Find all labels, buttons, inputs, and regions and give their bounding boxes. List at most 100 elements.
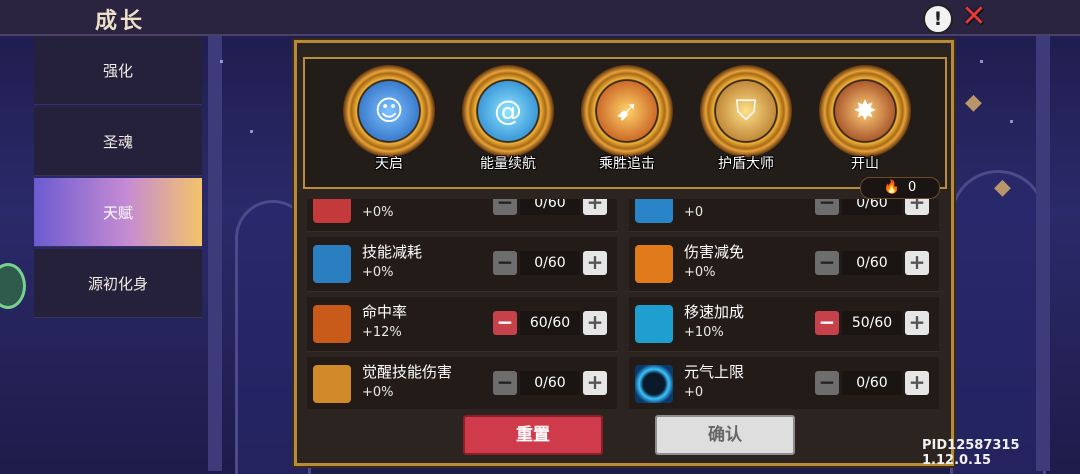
- talent-points-value: 0: [907, 180, 917, 195]
- energy-icon: [635, 199, 673, 223]
- flame-icon: 🔥: [883, 180, 900, 195]
- sidebar-item-label: 强化: [102, 61, 133, 80]
- skill-name: 天启: [375, 156, 403, 172]
- stat-value: +0%: [684, 265, 716, 280]
- blast-icon: ✸: [853, 94, 877, 127]
- increase-button[interactable]: +: [583, 311, 607, 335]
- increase-button[interactable]: +: [905, 251, 929, 275]
- skill-name: 开山: [851, 156, 879, 172]
- stat-value: +12%: [362, 325, 402, 340]
- skill-name: 乘胜追击: [599, 156, 655, 172]
- shield-icon: ⛉: [735, 94, 757, 127]
- increase-button[interactable]: +: [583, 199, 607, 215]
- bg-column: [208, 36, 222, 471]
- stat-name: 元气上限: [684, 363, 745, 381]
- decrease-button[interactable]: −: [493, 311, 517, 335]
- bg-star: [980, 60, 983, 63]
- skill-name: 护盾大师: [718, 156, 774, 172]
- stat-value: +0: [684, 385, 704, 400]
- increase-button[interactable]: +: [583, 251, 607, 275]
- stat-row: 伤害减免 +0% − 0/60 +: [629, 237, 939, 292]
- stat-value: +10%: [684, 325, 724, 340]
- talent-panel: ☺ 天启 @ 能量续航 ➹ 乘胜追击 ⛉ 护盾大师 ✸ 开山 🔥 0 +0% −…: [294, 40, 954, 466]
- skill-name: 能量续航: [480, 156, 536, 172]
- sidebar-item-origin-avatar[interactable]: 源初化身: [34, 249, 202, 318]
- decrease-button[interactable]: −: [493, 251, 517, 275]
- decrease-button[interactable]: −: [815, 251, 839, 275]
- stat-row: +0% − 0/60 +: [307, 199, 617, 232]
- skill-mountain-split[interactable]: ✸ 开山: [813, 65, 917, 183]
- stat-grid[interactable]: +0% − 0/60 + +0 − 0/60 + 技能减耗 +0% − 0/60…: [307, 199, 941, 409]
- sidebar-item-talent[interactable]: 天赋: [34, 178, 202, 247]
- stat-level: 60/60: [520, 311, 580, 335]
- energy-ring-icon: [635, 365, 673, 403]
- reset-button[interactable]: 重置: [463, 415, 603, 455]
- increase-button[interactable]: +: [905, 311, 929, 335]
- stat-level: 50/60: [842, 311, 902, 335]
- stat-level: 0/60: [842, 251, 902, 275]
- stat-name: 移速加成: [684, 303, 745, 321]
- bg-star: [1010, 120, 1013, 123]
- decrease-button[interactable]: −: [815, 311, 839, 335]
- stat-row: 技能减耗 +0% − 0/60 +: [307, 237, 617, 292]
- help-icon[interactable]: !: [923, 4, 953, 34]
- stat-value: +0%: [362, 385, 394, 400]
- bg-arch-window: [950, 170, 1046, 474]
- shield-reduction-icon: [635, 245, 673, 283]
- stat-value: +0%: [362, 205, 394, 220]
- skill-cost-icon: [313, 245, 351, 283]
- stat-value: +0%: [362, 265, 394, 280]
- skill-strip: ☺ 天启 @ 能量续航 ➹ 乘胜追击 ⛉ 护盾大师 ✸ 开山: [303, 57, 947, 189]
- confirm-button[interactable]: 确认: [655, 415, 795, 455]
- stat-row: 觉醒技能伤害 +0% − 0/60 +: [307, 357, 617, 409]
- skill-shield-master[interactable]: ⛉ 护盾大师: [694, 65, 798, 183]
- increase-button[interactable]: +: [905, 199, 929, 215]
- sidebar: 强化 圣魂 天赋 源初化身: [34, 36, 202, 318]
- bg-column: [1036, 36, 1050, 471]
- stat-level: 0/60: [520, 251, 580, 275]
- hanging-ornament-icon: ◆: [965, 90, 982, 115]
- stat-level: 0/60: [842, 199, 902, 215]
- sidebar-item-enhance[interactable]: 强化: [34, 36, 202, 105]
- swirl-icon: @: [494, 94, 522, 127]
- stat-level: 0/60: [842, 371, 902, 395]
- page-title: 成长: [95, 9, 146, 34]
- stat-name: 技能减耗: [362, 243, 423, 261]
- stat-row: 移速加成 +10% − 50/60 +: [629, 297, 939, 352]
- top-bar: 成长 ! ✕: [0, 0, 1080, 36]
- decrease-button[interactable]: −: [493, 199, 517, 215]
- skill-energy-endurance[interactable]: @ 能量续航: [456, 65, 560, 183]
- stat-row: 命中率 +12% − 60/60 +: [307, 297, 617, 352]
- skill-pursuit[interactable]: ➹ 乘胜追击: [575, 65, 679, 183]
- stat-level: 0/60: [520, 199, 580, 215]
- figure-icon: ☺: [374, 94, 404, 127]
- strike-icon: ➹: [615, 94, 639, 127]
- decrease-button[interactable]: −: [815, 371, 839, 395]
- speed-icon: [635, 305, 673, 343]
- sidebar-item-label: 圣魂: [102, 132, 133, 151]
- decrease-button[interactable]: −: [493, 371, 517, 395]
- talent-points-counter: 🔥 0: [860, 177, 940, 199]
- increase-button[interactable]: +: [905, 371, 929, 395]
- stat-value: +0: [684, 205, 704, 220]
- side-avatar-badge[interactable]: [0, 263, 26, 309]
- crit-icon: [313, 199, 351, 223]
- bg-star: [250, 130, 253, 133]
- stat-row: +0 − 0/60 +: [629, 199, 939, 232]
- stat-name: 命中率: [362, 303, 408, 321]
- hanging-ornament-icon: ◆: [994, 175, 1011, 200]
- sidebar-item-holy-soul[interactable]: 圣魂: [34, 107, 202, 176]
- stat-name: 觉醒技能伤害: [362, 363, 453, 381]
- bg-star: [220, 60, 223, 63]
- stat-name: 伤害减免: [684, 243, 745, 261]
- awaken-skill-icon: [313, 365, 351, 403]
- skill-apocalypse[interactable]: ☺ 天启: [337, 65, 441, 183]
- stat-row: 元气上限 +0 − 0/60 +: [629, 357, 939, 409]
- decrease-button[interactable]: −: [815, 199, 839, 215]
- sidebar-item-label: 天赋: [102, 203, 133, 222]
- close-icon[interactable]: ✕: [959, 2, 989, 32]
- stat-level: 0/60: [520, 371, 580, 395]
- sidebar-item-label: 源初化身: [87, 274, 148, 293]
- version-label: PID12587315 1.12.0.15: [922, 438, 1020, 468]
- increase-button[interactable]: +: [583, 371, 607, 395]
